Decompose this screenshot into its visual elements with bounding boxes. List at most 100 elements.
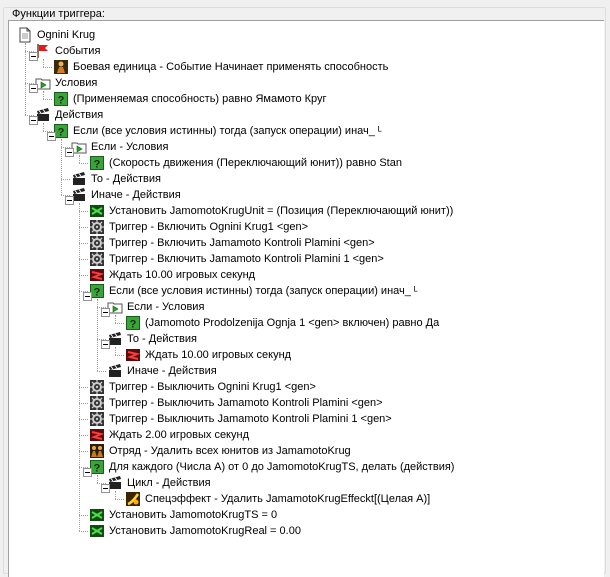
tree-item[interactable]: ? (Скорость движения (Переключающий юнит)… <box>89 155 403 171</box>
tree-item-label: Если - Условия <box>127 301 205 313</box>
tree-item[interactable]: То - Действия <box>71 171 162 187</box>
tree-item-label: (Скорость движения (Переключающий юнит))… <box>109 157 402 169</box>
tree-item-label: Для каждого (Числа А) от 0 до JamomotoKr… <box>109 461 455 473</box>
tree-item-label: Условия <box>55 77 98 89</box>
clapper-icon <box>71 171 87 187</box>
tree-connector <box>79 515 88 516</box>
tree-item-label: Триггер - Включить Jamamoto Kontroli Pla… <box>109 253 384 265</box>
tree-item-label: Иначе - Действия <box>127 365 217 377</box>
tree-item[interactable]: Установить JamomotoKrugReal = 0.00 <box>89 523 302 539</box>
tree-item-label: (Jamomoto Prodolzenija Ognja 1 <gen> вкл… <box>145 317 440 329</box>
tree-connector <box>79 435 88 436</box>
tree-item[interactable]: Ognini Krug <box>17 27 96 43</box>
gear-icon <box>89 219 105 235</box>
tree-item[interactable]: Триггер - Включить Ognini Krug1 <gen> <box>89 219 309 235</box>
tree-connector <box>79 227 88 228</box>
effect-icon <box>125 491 141 507</box>
tree-item[interactable]: Ждать 10.00 игровых секунд <box>125 347 292 363</box>
collapse-toggle[interactable] <box>101 340 110 349</box>
collapse-toggle[interactable] <box>83 292 92 301</box>
tree-item-label: (Применяемая способность) равно Ямамото … <box>73 93 327 105</box>
clapper-icon <box>107 363 123 379</box>
tree-connector <box>61 139 62 195</box>
collapse-toggle[interactable] <box>65 196 74 205</box>
collapse-toggle[interactable] <box>29 52 38 61</box>
set-variable-icon <box>89 203 105 219</box>
collapse-toggle[interactable] <box>101 484 110 493</box>
collapse-toggle[interactable] <box>83 468 92 477</box>
tree-item[interactable]: ? (Применяемая способность) равно Ямамото… <box>53 91 328 107</box>
tree-item[interactable]: Спецэффект - Удалить JamamotoKrugEffeckt… <box>125 491 431 507</box>
tree-item[interactable]: Боевая единица - Событие Начинает примен… <box>53 59 389 75</box>
svg-text:?: ? <box>58 127 65 139</box>
tree-item[interactable]: Цикл - Действия <box>107 475 212 491</box>
tree-item[interactable]: Иначе - Действия <box>107 363 218 379</box>
tree-connector <box>115 315 116 323</box>
tree-item-label: Триггер - Выключить Ognini Krug1 <gen> <box>109 381 316 393</box>
tree-item-label: То - Действия <box>127 333 197 345</box>
gear-icon <box>89 251 105 267</box>
wait-icon <box>89 427 105 443</box>
tree-connector <box>97 371 106 372</box>
tree-connector <box>115 347 116 355</box>
tree-item-label: Если (все условия истинны) тогда (запуск… <box>73 125 382 137</box>
tree-item[interactable]: ? Для каждого (Числа А) от 0 до JamomotoK… <box>89 459 455 475</box>
tree-item[interactable]: ? Если (все условия истинны) тогда (запус… <box>89 283 419 299</box>
tree-item[interactable]: Если - Условия <box>71 139 169 155</box>
gear-icon <box>89 395 105 411</box>
tree-item[interactable]: Ждать 10.00 игровых секунд <box>89 267 256 283</box>
collapse-toggle[interactable] <box>65 148 74 157</box>
tree-item[interactable]: Установить JamomotoKrugUnit = (Позиция (… <box>89 203 454 219</box>
tree-item-label: Цикл - Действия <box>127 477 211 489</box>
group-icon <box>89 443 105 459</box>
collapse-toggle[interactable] <box>47 132 56 141</box>
tree-item-label: Ognini Krug <box>37 29 96 41</box>
gear-icon <box>89 235 105 251</box>
tree-item-label: Установить JamomotoKrugReal = 0.00 <box>109 525 301 537</box>
tree-item-label: Ждать 10.00 игровых секунд <box>145 349 292 361</box>
tree-item[interactable]: Триггер - Выключить Ognini Krug1 <gen> <box>89 379 317 395</box>
set-variable-icon <box>89 523 105 539</box>
tree-item[interactable]: Триггер - Включить Jamamoto Kontroli Pla… <box>89 251 385 267</box>
tree-item[interactable]: События <box>35 43 101 59</box>
tree-connector <box>79 211 88 212</box>
tree-item-label: Триггер - Выключить Jamamoto Kontroli Pl… <box>109 413 392 425</box>
gear-icon <box>89 379 105 395</box>
tree-item-label: Триггер - Выключить Jamamoto Kontroli Pl… <box>109 397 383 409</box>
gear-icon <box>89 411 105 427</box>
tree-item[interactable]: Отряд - Удалить всех юнитов из JamamotoK… <box>89 443 352 459</box>
tree-connector <box>97 299 98 371</box>
tree-item[interactable]: Иначе - Действия <box>71 187 182 203</box>
tree-connector <box>43 123 44 131</box>
svg-text:?: ? <box>94 159 101 171</box>
question-icon: ? <box>89 155 105 171</box>
wait-icon <box>89 267 105 283</box>
tree-item[interactable]: То - Действия <box>107 331 198 347</box>
svg-text:?: ? <box>58 95 65 107</box>
tree-item[interactable]: Условия <box>35 75 98 91</box>
tree-connector <box>79 259 88 260</box>
tree-item[interactable]: ? (Jamomoto Prodolzenija Ognja 1 <gen> вк… <box>125 315 440 331</box>
tree-item-label: Спецэффект - Удалить JamamotoKrugEffeckt… <box>145 493 431 505</box>
tree-item[interactable]: Установить JamomotoKrugTS = 0 <box>89 507 278 523</box>
tree-connector <box>115 323 124 324</box>
tree-item[interactable]: Триггер - Включить Jamamoto Kontroli Pla… <box>89 235 376 251</box>
collapse-toggle[interactable] <box>29 84 38 93</box>
tree-item-label: Установить JamomotoKrugUnit = (Позиция (… <box>109 205 454 217</box>
tree-item[interactable]: Если - Условия <box>107 299 205 315</box>
set-variable-icon <box>89 507 105 523</box>
tree-item-label: Действия <box>55 109 104 121</box>
question-icon: ? <box>125 315 141 331</box>
tree-item[interactable]: Триггер - Выключить Jamamoto Kontroli Pl… <box>89 395 384 411</box>
tree-item[interactable]: ? Если (все условия истинны) тогда (запус… <box>53 123 383 139</box>
tree-connector <box>79 163 88 164</box>
tree-item-label: Триггер - Включить Ognini Krug1 <gen> <box>109 221 309 233</box>
trigger-tree[interactable]: Ognini Krug События Боевая единица - Событ… <box>8 20 604 577</box>
collapse-toggle[interactable] <box>29 116 38 125</box>
collapse-toggle[interactable] <box>101 308 110 317</box>
tree-item[interactable]: Триггер - Выключить Jamamoto Kontroli Pl… <box>89 411 393 427</box>
tree-item[interactable]: Действия <box>35 107 104 123</box>
tree-connector <box>79 451 88 452</box>
tree-item[interactable]: Ждать 2.00 игровых секунд <box>89 427 250 443</box>
tree-connector <box>79 419 88 420</box>
